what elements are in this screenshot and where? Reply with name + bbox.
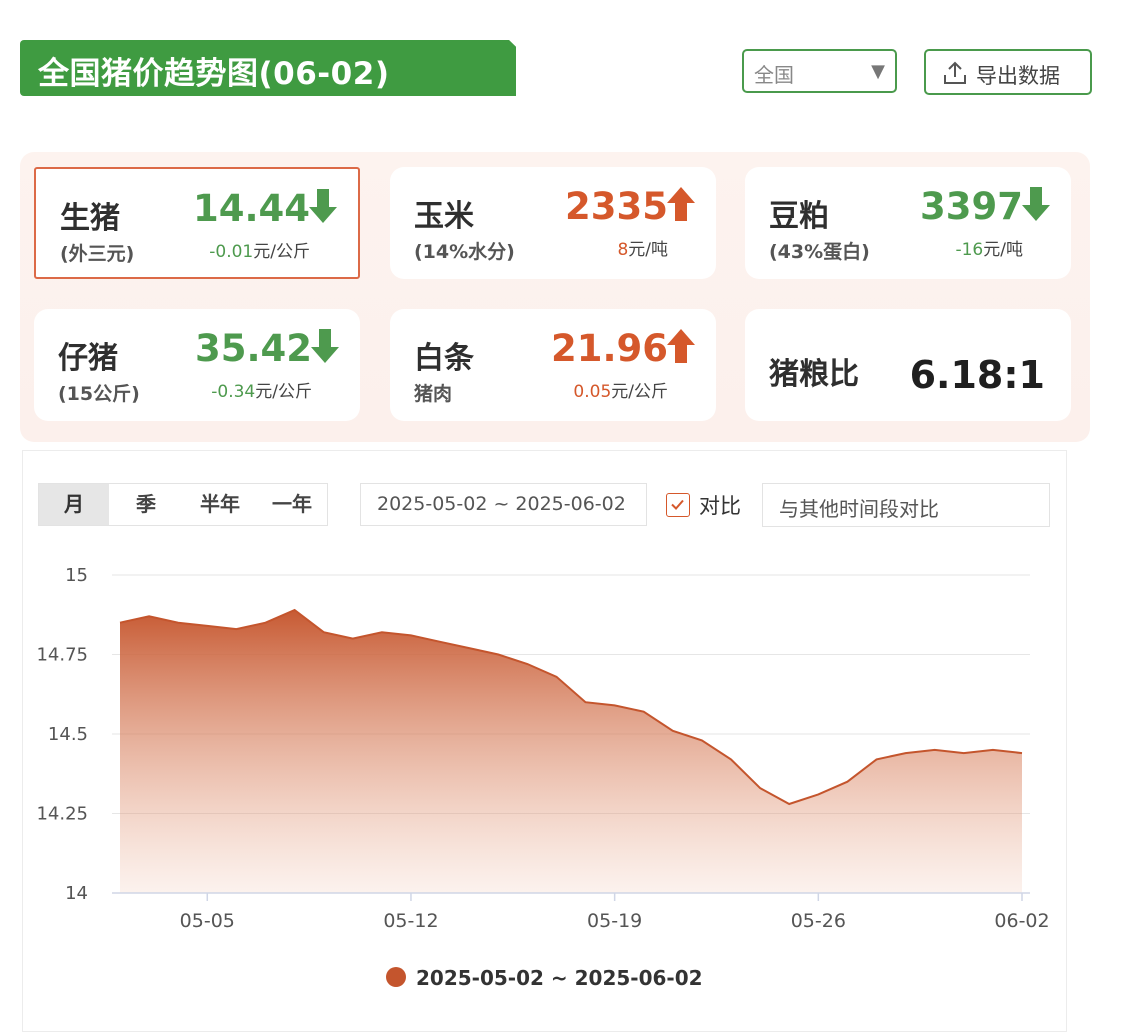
y-tick-label: 14 — [65, 883, 88, 904]
x-tick-label: 06-02 — [994, 910, 1049, 932]
x-tick-label: 05-05 — [180, 910, 235, 932]
legend-swatch — [386, 967, 406, 987]
x-tick-label: 05-19 — [587, 910, 642, 932]
x-tick-label: 05-26 — [791, 910, 846, 932]
price-area-chart: 14 14.25 14.5 14.75 15 05-05 05-12 05-19 05-26 06… — [36, 565, 1049, 990]
y-tick-label: 14.75 — [36, 645, 88, 666]
y-tick-label: 15 — [65, 565, 88, 586]
y-tick-label: 14.25 — [36, 804, 88, 825]
y-tick-label: 14.5 — [48, 724, 88, 745]
x-tick-label: 05-12 — [383, 910, 438, 932]
series-area — [120, 610, 1022, 893]
legend-label: 2025-05-02 ~ 2025-06-02 — [416, 966, 703, 990]
